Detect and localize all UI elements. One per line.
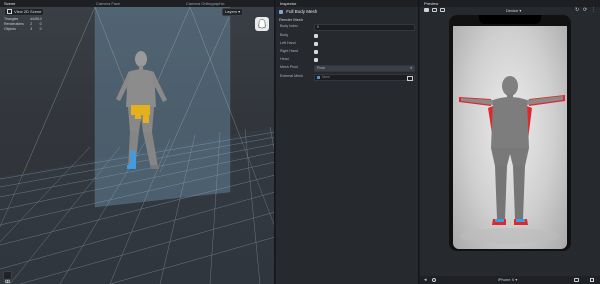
view-2d-scene-button[interactable]: View 2D Scene <box>4 8 45 16</box>
phone-notch <box>479 15 541 24</box>
right-hand-checkbox-row: Right Hand <box>280 48 415 55</box>
phone-frame <box>449 15 571 251</box>
scene-tab-bar: Scene Camera Face Camera Orthographic <box>0 0 274 7</box>
gizmo-toggle-icon[interactable] <box>3 271 12 284</box>
scene-tab-title[interactable]: Scene <box>4 0 15 7</box>
snapchat-ghost-icon[interactable] <box>255 17 269 31</box>
preview-toolbar: Device ▾ ↻ ⟳ ⋮ <box>420 7 600 14</box>
record-icon[interactable] <box>432 278 436 282</box>
camera-frustum-plane <box>94 7 231 208</box>
link-glyph <box>4 279 11 284</box>
refresh-icon[interactable]: ⟳ <box>583 7 587 14</box>
right-hand-checkbox[interactable] <box>314 49 318 54</box>
fullscreen-icon[interactable] <box>590 278 594 282</box>
speaker-icon[interactable]: ◂ <box>424 276 427 284</box>
body-checkbox-row: Body <box>280 32 415 39</box>
view-2d-scene-label: View 2D Scene <box>14 9 42 14</box>
mesh-pivot-label: Mesh Pivot <box>280 65 298 69</box>
layers-dropdown[interactable]: Layers ▾ <box>222 8 244 16</box>
preview-panel: Preview Device ▾ ↻ ⟳ ⋮ ◂ iPhone X ▾ <box>420 0 600 284</box>
body-index-label: Body Index <box>280 24 298 28</box>
scene-panel: Scene Camera Face Camera Orthographic Vi… <box>0 0 275 284</box>
scene-viewport[interactable]: View 2D Scene Triangles 44451 0 Renderab… <box>0 7 274 284</box>
inspector-tab-title[interactable]: Inspector <box>280 0 296 7</box>
mesh-pivot-row: Mesh Pivot Pivot ▾ <box>280 64 415 72</box>
blue-gizmo <box>130 151 136 165</box>
device-name-dropdown[interactable]: iPhone X ▾ <box>498 276 517 284</box>
left-hand-checkbox[interactable] <box>314 41 318 46</box>
scene-stats: Triangles 44451 0 Renderables 2 0 Object… <box>4 17 49 32</box>
camera-flip-icon[interactable] <box>574 278 579 282</box>
body-index-field[interactable]: 0 <box>314 24 415 31</box>
camera-face-label: Camera Face <box>96 1 121 6</box>
body-mesh-icon <box>279 9 283 14</box>
camera-ortho-label: Camera Orthographic <box>186 1 225 6</box>
inspector-tab-bar: Inspector <box>276 0 418 7</box>
inspector-panel: Inspector Full Body Mesh Render Mesh Bod… <box>276 0 419 284</box>
layers-label: Layers ▾ <box>225 9 241 14</box>
left-hand-checkbox-row: Left Hand <box>280 40 415 47</box>
more-icon[interactable]: ⋮ <box>591 7 596 14</box>
body-checkbox[interactable] <box>314 33 318 38</box>
external-mesh-field[interactable]: None <box>314 74 415 81</box>
cube-icon <box>7 9 12 15</box>
inspector-object-header: Full Body Mesh <box>279 8 415 16</box>
preview-avatar <box>459 76 565 244</box>
device-dropdown[interactable]: Device ▾ <box>506 7 521 14</box>
ghost-glyph <box>257 19 267 29</box>
scene-3d-canvas[interactable] <box>0 7 274 284</box>
phone-screen[interactable] <box>453 26 567 249</box>
folder-icon[interactable] <box>407 76 413 81</box>
object-title: Full Body Mesh <box>286 9 318 14</box>
screen-icon[interactable] <box>440 8 445 12</box>
preview-tab-bar: Preview <box>420 0 600 7</box>
body-index-row: Body Index 0 <box>280 23 415 31</box>
head-checkbox[interactable] <box>314 57 318 62</box>
head-checkbox-row: Head <box>280 56 415 63</box>
mesh-pivot-dropdown[interactable]: Pivot ▾ <box>314 65 415 72</box>
chevron-down-icon: ▾ <box>410 66 412 70</box>
external-mesh-row: External Mesh None <box>280 73 415 81</box>
stats-row: Objects 3 0 <box>4 27 42 31</box>
render-mesh-section-title: Render Mesh <box>279 17 304 22</box>
preview-mode-icon[interactable] <box>424 8 429 12</box>
camera-icon[interactable] <box>432 8 437 12</box>
rotate-icon[interactable]: ↻ <box>575 7 579 14</box>
preview-bottom-bar: ◂ iPhone X ▾ <box>420 276 600 284</box>
preview-tab-title[interactable]: Preview <box>424 0 438 7</box>
mesh-asset-icon <box>317 75 320 79</box>
external-mesh-label: External Mesh <box>280 74 303 78</box>
